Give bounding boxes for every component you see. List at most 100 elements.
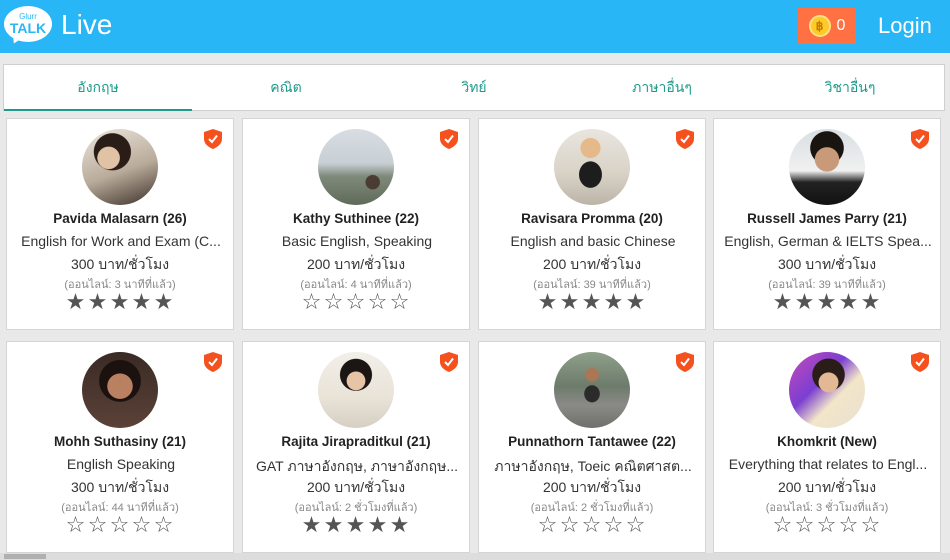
avatar: [554, 129, 630, 205]
verified-shield-icon: [676, 129, 694, 149]
star-empty-icon: ☆: [772, 513, 794, 538]
tutor-subject: English Speaking: [66, 456, 176, 472]
tab-english[interactable]: อังกฤษ: [4, 65, 192, 111]
verified-shield-icon: [676, 352, 694, 372]
avatar: [82, 352, 158, 428]
star-filled-icon: ★: [131, 290, 153, 315]
tutor-name: Khomkrit (New): [777, 434, 877, 449]
star-filled-icon: ★: [559, 290, 581, 315]
tutor-card[interactable]: Pavida Malasarn (26) English for Work an…: [6, 118, 234, 330]
star-filled-icon: ★: [153, 290, 175, 315]
tutor-card[interactable]: Ravisara Promma (20) English and basic C…: [478, 118, 706, 330]
coin-balance-button[interactable]: ฿ 0: [798, 8, 856, 44]
avatar: [318, 129, 394, 205]
star-filled-icon: ★: [323, 513, 345, 538]
tutor-price: 200 บาท/ชั่วโมง: [306, 256, 406, 272]
tutor-subject: Everything that relates to Engl...: [728, 456, 928, 472]
tutor-subject: English for Work and Exam (C...: [21, 233, 221, 249]
star-rating: ★★★★★: [243, 514, 469, 538]
horizontal-scrollbar[interactable]: [0, 553, 950, 560]
verified-shield-icon: [440, 352, 458, 372]
scrollbar-thumb[interactable]: [4, 554, 46, 559]
tutor-card[interactable]: Kathy Suthinee (22) Basic English, Speak…: [242, 118, 470, 330]
tutor-name: Punnathorn Tantawee (22): [508, 434, 676, 449]
avatar: [318, 352, 394, 428]
avatar: [82, 129, 158, 205]
tutor-name: Mohh Suthasiny (21): [53, 434, 186, 449]
star-empty-icon: ☆: [65, 513, 87, 538]
star-rating: ★★★★★: [7, 291, 233, 315]
star-empty-icon: ☆: [301, 290, 323, 315]
star-empty-icon: ☆: [323, 290, 345, 315]
star-rating: ☆☆☆☆☆: [479, 514, 705, 538]
logo-big-text: TALK: [9, 20, 47, 36]
tutor-subject: English and basic Chinese: [510, 233, 676, 249]
tutor-price: 300 บาท/ชั่วโมง: [70, 256, 170, 272]
tutor-name: Russell James Parry (21): [747, 211, 907, 226]
star-rating: ★★★★★: [714, 291, 940, 315]
tab-other-languages[interactable]: ภาษาอื่นๆ: [568, 65, 756, 110]
tutor-price: 200 บาท/ชั่วโมง: [542, 479, 642, 495]
tutor-price: 200 บาท/ชั่วโมง: [542, 256, 642, 272]
tutor-name: Pavida Malasarn (26): [53, 211, 187, 226]
star-filled-icon: ★: [109, 290, 131, 315]
star-filled-icon: ★: [860, 290, 882, 315]
star-filled-icon: ★: [581, 290, 603, 315]
tutor-card[interactable]: Russell James Parry (21) English, German…: [713, 118, 941, 330]
glurr-talk-logo[interactable]: Glurr TALK: [4, 6, 52, 47]
star-empty-icon: ☆: [389, 290, 411, 315]
star-filled-icon: ★: [816, 290, 838, 315]
star-empty-icon: ☆: [537, 513, 559, 538]
tutor-subject: English, German & IELTS Spea...: [724, 233, 932, 249]
tutor-name: Ravisara Promma (20): [521, 211, 663, 226]
star-empty-icon: ☆: [367, 290, 389, 315]
star-filled-icon: ★: [367, 513, 389, 538]
star-rating: ☆☆☆☆☆: [7, 514, 233, 538]
star-empty-icon: ☆: [581, 513, 603, 538]
star-empty-icon: ☆: [838, 513, 860, 538]
tutor-card[interactable]: Punnathorn Tantawee (22) ภาษาอังกฤษ, Toe…: [478, 341, 706, 553]
coin-count: 0: [836, 17, 846, 34]
coin-icon: ฿: [808, 15, 831, 37]
tab-other-subjects[interactable]: วิชาอื่นๆ: [756, 65, 944, 110]
star-empty-icon: ☆: [603, 513, 625, 538]
star-filled-icon: ★: [87, 290, 109, 315]
tutor-subject: Basic English, Speaking: [281, 233, 433, 249]
top-bar: Glurr TALK Live ฿ 0 Login: [0, 0, 950, 53]
verified-shield-icon: [440, 129, 458, 149]
verified-shield-icon: [204, 352, 222, 372]
tutor-card[interactable]: Khomkrit (New) Everything that relates t…: [713, 341, 941, 553]
tab-math[interactable]: คณิต: [192, 65, 380, 110]
star-empty-icon: ☆: [153, 513, 175, 538]
star-empty-icon: ☆: [131, 513, 153, 538]
page-title: Live: [61, 9, 113, 40]
star-empty-icon: ☆: [860, 513, 882, 538]
star-empty-icon: ☆: [816, 513, 838, 538]
tutor-name: Rajita Jirapraditkul (21): [281, 434, 431, 449]
tab-science[interactable]: วิทย์: [380, 65, 568, 110]
avatar: [789, 352, 865, 428]
star-filled-icon: ★: [301, 513, 323, 538]
tutor-card[interactable]: Mohh Suthasiny (21) English Speaking 300…: [6, 341, 234, 553]
tutor-price: 200 บาท/ชั่วโมง: [306, 479, 406, 495]
star-filled-icon: ★: [65, 290, 87, 315]
star-empty-icon: ☆: [559, 513, 581, 538]
star-filled-icon: ★: [603, 290, 625, 315]
login-button[interactable]: Login: [878, 13, 932, 39]
star-filled-icon: ★: [537, 290, 559, 315]
star-empty-icon: ☆: [87, 513, 109, 538]
tutor-price: 300 บาท/ชั่วโมง: [70, 479, 170, 495]
tutor-card[interactable]: Rajita Jirapraditkul (21) GAT ภาษาอังกฤษ…: [242, 341, 470, 553]
verified-shield-icon: [204, 129, 222, 149]
tutor-name: Kathy Suthinee (22): [292, 211, 420, 226]
star-filled-icon: ★: [794, 290, 816, 315]
tutor-price: 200 บาท/ชั่วโมง: [777, 479, 877, 495]
star-empty-icon: ☆: [109, 513, 131, 538]
star-filled-icon: ★: [345, 513, 367, 538]
star-filled-icon: ★: [772, 290, 794, 315]
star-empty-icon: ☆: [794, 513, 816, 538]
star-rating: ☆☆☆☆☆: [714, 514, 940, 538]
star-filled-icon: ★: [838, 290, 860, 315]
verified-shield-icon: [911, 352, 929, 372]
star-filled-icon: ★: [389, 513, 411, 538]
